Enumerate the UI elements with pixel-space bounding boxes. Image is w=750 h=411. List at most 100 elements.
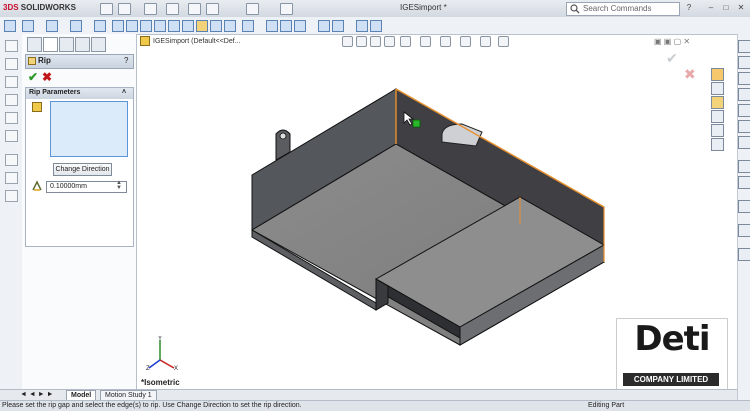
- file-explorer-icon[interactable]: [711, 96, 724, 109]
- right-point-icon[interactable]: [738, 136, 750, 149]
- select-icon[interactable]: [46, 20, 58, 32]
- design-library-icon[interactable]: [711, 82, 724, 95]
- feature-manager-tab-icon[interactable]: [27, 37, 42, 52]
- right-move-icon[interactable]: [738, 248, 750, 261]
- property-manager-tab-icon[interactable]: [43, 37, 58, 52]
- right-sketch-icon[interactable]: [738, 40, 750, 53]
- print-icon[interactable]: [166, 3, 179, 15]
- maximize-icon[interactable]: □: [721, 3, 731, 13]
- unfold-icon[interactable]: [210, 20, 222, 32]
- search-icon: [570, 4, 580, 14]
- extruded-cut-icon[interactable]: [266, 20, 278, 32]
- circle-tool-icon[interactable]: [5, 94, 18, 106]
- search-input[interactable]: Search Commands: [566, 2, 680, 16]
- sketched-bend-icon[interactable]: [168, 20, 180, 32]
- cancel-x-icon[interactable]: ✖: [42, 70, 52, 84]
- rectangle-tool-icon[interactable]: [5, 76, 18, 88]
- cross-break-icon[interactable]: [182, 20, 194, 32]
- hide-show-icon[interactable]: [440, 36, 451, 47]
- hem-icon[interactable]: [140, 20, 152, 32]
- viewport-window-icons[interactable]: ▣ ▣ ▢ ✕: [654, 37, 690, 46]
- rollout-title: Rip Parameters: [29, 89, 81, 96]
- scene-icon[interactable]: [480, 36, 491, 47]
- options-icon[interactable]: [280, 3, 293, 15]
- right-trim-icon[interactable]: [738, 160, 750, 173]
- trim-tool-icon[interactable]: [5, 154, 18, 166]
- rebuild-icon[interactable]: [246, 3, 259, 15]
- solidworks-logo-icon[interactable]: 3DS SOLIDWORKS: [3, 3, 76, 12]
- jog-icon[interactable]: [154, 20, 166, 32]
- flatten-icon[interactable]: [242, 20, 254, 32]
- right-pattern-icon[interactable]: [738, 224, 750, 237]
- redo-icon[interactable]: [206, 3, 219, 15]
- appearance-icon[interactable]: [460, 36, 471, 47]
- svg-text:X: X: [174, 366, 178, 372]
- right-circle-icon[interactable]: [738, 88, 750, 101]
- custom-properties-icon[interactable]: [711, 138, 724, 151]
- right-spline-icon[interactable]: [738, 120, 750, 133]
- collapse-chevron-icon[interactable]: ˄: [122, 89, 126, 96]
- solidworks-resources-icon[interactable]: [711, 68, 724, 81]
- instant3d-icon[interactable]: [70, 20, 82, 32]
- display-manager-tab-icon[interactable]: [91, 37, 106, 52]
- miter-flange-icon[interactable]: [126, 20, 138, 32]
- right-line-icon[interactable]: [738, 56, 750, 69]
- sketch-icon[interactable]: [4, 20, 16, 32]
- rip-parameters-rollout: Rip Parameters ˄ Change Direction 0.1000…: [25, 87, 134, 247]
- forming-tool-icon[interactable]: [332, 20, 344, 32]
- zoom-fit-icon[interactable]: [342, 36, 353, 47]
- simple-hole-icon[interactable]: [280, 20, 292, 32]
- rollout-header[interactable]: Rip Parameters ˄: [26, 88, 133, 99]
- right-offset-icon[interactable]: [738, 176, 750, 189]
- spline-tool-icon[interactable]: [5, 130, 18, 142]
- undo-icon[interactable]: [188, 3, 201, 15]
- edge-flange-icon[interactable]: [112, 20, 124, 32]
- rip-gap-field[interactable]: 0.10000mm: [46, 181, 127, 193]
- search-placeholder: Search Commands: [583, 4, 652, 13]
- dimxpert-tab-icon[interactable]: [75, 37, 90, 52]
- appearances-scenes-icon[interactable]: [711, 124, 724, 137]
- right-rect-icon[interactable]: [738, 72, 750, 85]
- base-flange-icon[interactable]: [94, 20, 106, 32]
- line-tool-icon[interactable]: [5, 58, 18, 70]
- change-direction-button[interactable]: Change Direction: [53, 163, 112, 176]
- linear-pattern-icon[interactable]: [356, 20, 368, 32]
- edges-selection-box[interactable]: [50, 101, 128, 157]
- corner-icon[interactable]: [318, 20, 330, 32]
- ok-check-icon[interactable]: ✔: [28, 70, 38, 84]
- mirror-icon[interactable]: [370, 20, 382, 32]
- minimize-icon[interactable]: –: [706, 3, 716, 13]
- command-bar: [0, 17, 750, 35]
- help-icon[interactable]: ?: [684, 3, 694, 13]
- section-view-icon[interactable]: [384, 36, 395, 47]
- view-settings-icon[interactable]: [498, 36, 509, 47]
- offset-tool-icon[interactable]: [5, 172, 18, 184]
- save-icon[interactable]: [144, 3, 157, 15]
- view-orientation-icon[interactable]: [400, 36, 411, 47]
- previous-view-icon[interactable]: [370, 36, 381, 47]
- display-style-icon[interactable]: [420, 36, 431, 47]
- sketch-tool-icon[interactable]: [5, 40, 18, 52]
- zoom-area-icon[interactable]: [356, 36, 367, 47]
- view-palette-icon[interactable]: [711, 110, 724, 123]
- tab-scroll-icons[interactable]: ◄ ◄ ► ►: [20, 390, 54, 400]
- open-icon[interactable]: [118, 3, 131, 15]
- property-manager: Rip ? ✔ ✖ Rip Parameters ˄ Change Direct…: [22, 34, 137, 390]
- smart-dimension-icon[interactable]: [22, 20, 34, 32]
- mirror-entities-icon[interactable]: [5, 190, 18, 202]
- help-question-icon[interactable]: ?: [124, 56, 128, 65]
- fold-icon[interactable]: [224, 20, 236, 32]
- gap-spinner-icon[interactable]: ▲ ▼: [116, 180, 122, 191]
- right-toolbar: [737, 34, 750, 400]
- right-arc-icon[interactable]: [738, 104, 750, 117]
- feature-header: Rip ?: [25, 54, 134, 69]
- arc-tool-icon[interactable]: [5, 112, 18, 124]
- view-orientation-label: *Isometric: [141, 378, 180, 387]
- new-icon[interactable]: [100, 3, 113, 15]
- right-mirror-icon[interactable]: [738, 200, 750, 213]
- close-icon[interactable]: ✕: [736, 3, 746, 13]
- breadcrumb[interactable]: IGESimport (Default<<Def...: [140, 36, 241, 46]
- configuration-manager-tab-icon[interactable]: [59, 37, 74, 52]
- vent-icon[interactable]: [294, 20, 306, 32]
- rip-icon[interactable]: [196, 20, 208, 32]
